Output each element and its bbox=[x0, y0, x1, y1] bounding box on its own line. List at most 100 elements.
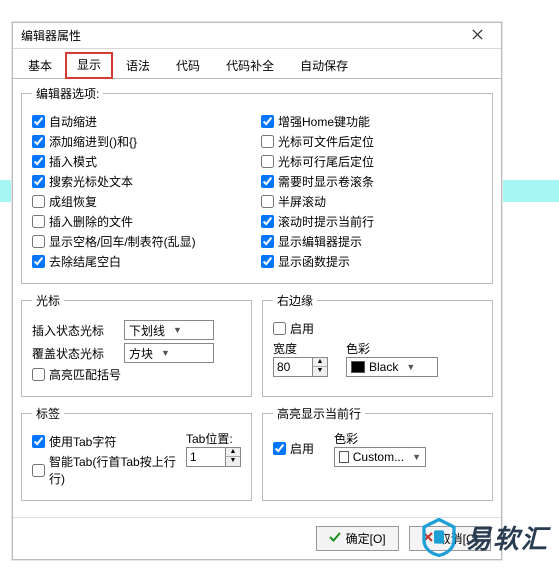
option-input[interactable] bbox=[32, 215, 45, 228]
option-input[interactable] bbox=[32, 255, 45, 268]
editor-options-group: 编辑器选项: 自动缩进添加缩进到()和{}插入模式搜索光标处文本成组恢复插入删除… bbox=[21, 85, 493, 284]
rightedge-enable-check[interactable]: 启用 bbox=[273, 320, 482, 337]
option-label: 半屏滚动 bbox=[278, 193, 326, 210]
option-input[interactable] bbox=[261, 255, 274, 268]
tab-2[interactable]: 语法 bbox=[113, 52, 163, 79]
dialog-title: 编辑器属性 bbox=[21, 27, 81, 44]
tab-legend: 标签 bbox=[32, 405, 64, 422]
spinner-buttons[interactable]: ▲▼ bbox=[225, 448, 240, 466]
option-label: 添加缩进到()和{} bbox=[49, 133, 137, 150]
smarttab-label: 智能Tab(行首Tab按上行行) bbox=[49, 453, 180, 487]
watermark-text: 易软汇 bbox=[465, 519, 549, 556]
option-left-5[interactable]: 插入删除的文件 bbox=[32, 213, 253, 230]
close-button[interactable] bbox=[459, 24, 495, 48]
option-input[interactable] bbox=[261, 135, 274, 148]
option-left-3[interactable]: 搜索光标处文本 bbox=[32, 173, 253, 190]
rightedge-color-value: Black bbox=[369, 360, 398, 374]
option-right-6[interactable]: 显示编辑器提示 bbox=[261, 233, 482, 250]
chevron-down-icon: ▼ bbox=[173, 325, 182, 335]
tab-1[interactable]: 显示 bbox=[65, 52, 113, 79]
option-input[interactable] bbox=[261, 175, 274, 188]
rightedge-color-combo[interactable]: Black ▼ bbox=[346, 357, 438, 377]
option-label: 插入删除的文件 bbox=[49, 213, 133, 230]
option-left-0[interactable]: 自动缩进 bbox=[32, 113, 253, 130]
rightedge-width-spinner[interactable]: ▲▼ bbox=[273, 357, 328, 377]
option-left-7[interactable]: 去除结尾空白 bbox=[32, 253, 253, 270]
hlrow-color-combo[interactable]: Custom... ▼ bbox=[334, 447, 426, 467]
option-input[interactable] bbox=[261, 155, 274, 168]
hlrow-enable-input[interactable] bbox=[273, 442, 286, 455]
over-cursor-label: 覆盖状态光标 bbox=[32, 345, 118, 362]
option-input[interactable] bbox=[261, 195, 274, 208]
tabpos-label: Tab位置: bbox=[186, 430, 241, 447]
hl-brackets-label: 高亮匹配括号 bbox=[49, 366, 121, 383]
option-label: 显示函数提示 bbox=[278, 253, 350, 270]
tabpos-spinner[interactable]: ▲▼ bbox=[186, 447, 241, 467]
ok-label: 确定[O] bbox=[346, 530, 386, 547]
ok-button[interactable]: 确定[O] bbox=[316, 526, 399, 551]
option-label: 光标可行尾后定位 bbox=[278, 153, 374, 170]
tab-4[interactable]: 代码补全 bbox=[213, 52, 287, 79]
option-label: 自动缩进 bbox=[49, 113, 97, 130]
hl-brackets-input[interactable] bbox=[32, 368, 45, 381]
rightedge-enable-label: 启用 bbox=[290, 320, 314, 337]
hl-brackets-check[interactable]: 高亮匹配括号 bbox=[32, 366, 241, 383]
hlrow-enable-check[interactable]: 启用 bbox=[273, 433, 314, 464]
option-input[interactable] bbox=[32, 155, 45, 168]
option-right-0[interactable]: 增强Home键功能 bbox=[261, 113, 482, 130]
option-label: 搜索光标处文本 bbox=[49, 173, 133, 190]
rightedge-enable-input[interactable] bbox=[273, 322, 286, 335]
option-input[interactable] bbox=[261, 215, 274, 228]
option-label: 插入模式 bbox=[49, 153, 97, 170]
tab-3[interactable]: 代码 bbox=[163, 52, 213, 79]
option-input[interactable] bbox=[32, 175, 45, 188]
option-left-6[interactable]: 显示空格/回车/制表符(乱显) bbox=[32, 233, 253, 250]
chevron-down-icon: ▼ bbox=[412, 452, 421, 462]
option-label: 成组恢复 bbox=[49, 193, 97, 210]
option-right-2[interactable]: 光标可行尾后定位 bbox=[261, 153, 482, 170]
option-label: 光标可文件后定位 bbox=[278, 133, 374, 150]
over-cursor-value: 方块 bbox=[129, 345, 153, 362]
option-right-1[interactable]: 光标可文件后定位 bbox=[261, 133, 482, 150]
option-right-5[interactable]: 滚动时提示当前行 bbox=[261, 213, 482, 230]
option-input[interactable] bbox=[261, 235, 274, 248]
usetab-check[interactable]: 使用Tab字符 bbox=[32, 433, 180, 450]
option-input[interactable] bbox=[261, 115, 274, 128]
tab-0[interactable]: 基本 bbox=[15, 52, 65, 79]
option-right-3[interactable]: 需要时显示卷滚条 bbox=[261, 173, 482, 190]
over-cursor-combo[interactable]: 方块 ▼ bbox=[124, 343, 214, 363]
close-icon bbox=[472, 29, 483, 43]
option-right-4[interactable]: 半屏滚动 bbox=[261, 193, 482, 210]
insert-cursor-value: 下划线 bbox=[129, 322, 165, 339]
tab-5[interactable]: 自动保存 bbox=[287, 52, 361, 79]
insert-cursor-combo[interactable]: 下划线 ▼ bbox=[124, 320, 214, 340]
smarttab-input[interactable] bbox=[32, 464, 45, 477]
option-input[interactable] bbox=[32, 235, 45, 248]
option-input[interactable] bbox=[32, 195, 45, 208]
option-input[interactable] bbox=[32, 115, 45, 128]
option-left-4[interactable]: 成组恢复 bbox=[32, 193, 253, 210]
option-left-2[interactable]: 插入模式 bbox=[32, 153, 253, 170]
insert-cursor-label: 插入状态光标 bbox=[32, 322, 118, 339]
tab-bar: 基本显示语法代码代码补全自动保存 bbox=[13, 51, 501, 79]
option-label: 显示编辑器提示 bbox=[278, 233, 362, 250]
dialog-body: 编辑器选项: 自动缩进添加缩进到()和{}插入模式搜索光标处文本成组恢复插入删除… bbox=[13, 79, 501, 517]
tabpos-input[interactable] bbox=[187, 448, 225, 466]
check-icon bbox=[329, 531, 341, 546]
smarttab-check[interactable]: 智能Tab(行首Tab按上行行) bbox=[32, 453, 180, 487]
tab-group: 标签 使用Tab字符 智能Tab(行首Tab按上行行) Tab位置: bbox=[21, 405, 252, 501]
option-label: 需要时显示卷滚条 bbox=[278, 173, 374, 190]
spinner-buttons[interactable]: ▲▼ bbox=[312, 358, 327, 376]
option-label: 去除结尾空白 bbox=[49, 253, 121, 270]
watermark: 易软汇 bbox=[419, 517, 549, 557]
rightedge-width-input[interactable] bbox=[274, 358, 312, 376]
rightedge-width-label: 宽度 bbox=[273, 340, 328, 357]
option-input[interactable] bbox=[32, 135, 45, 148]
option-right-7[interactable]: 显示函数提示 bbox=[261, 253, 482, 270]
rightedge-color-label: 色彩 bbox=[346, 340, 438, 357]
option-label: 显示空格/回车/制表符(乱显) bbox=[49, 233, 196, 250]
usetab-input[interactable] bbox=[32, 435, 45, 448]
option-left-1[interactable]: 添加缩进到()和{} bbox=[32, 133, 253, 150]
rightedge-legend: 右边缘 bbox=[273, 292, 317, 309]
chevron-down-icon: ▼ bbox=[161, 348, 170, 358]
